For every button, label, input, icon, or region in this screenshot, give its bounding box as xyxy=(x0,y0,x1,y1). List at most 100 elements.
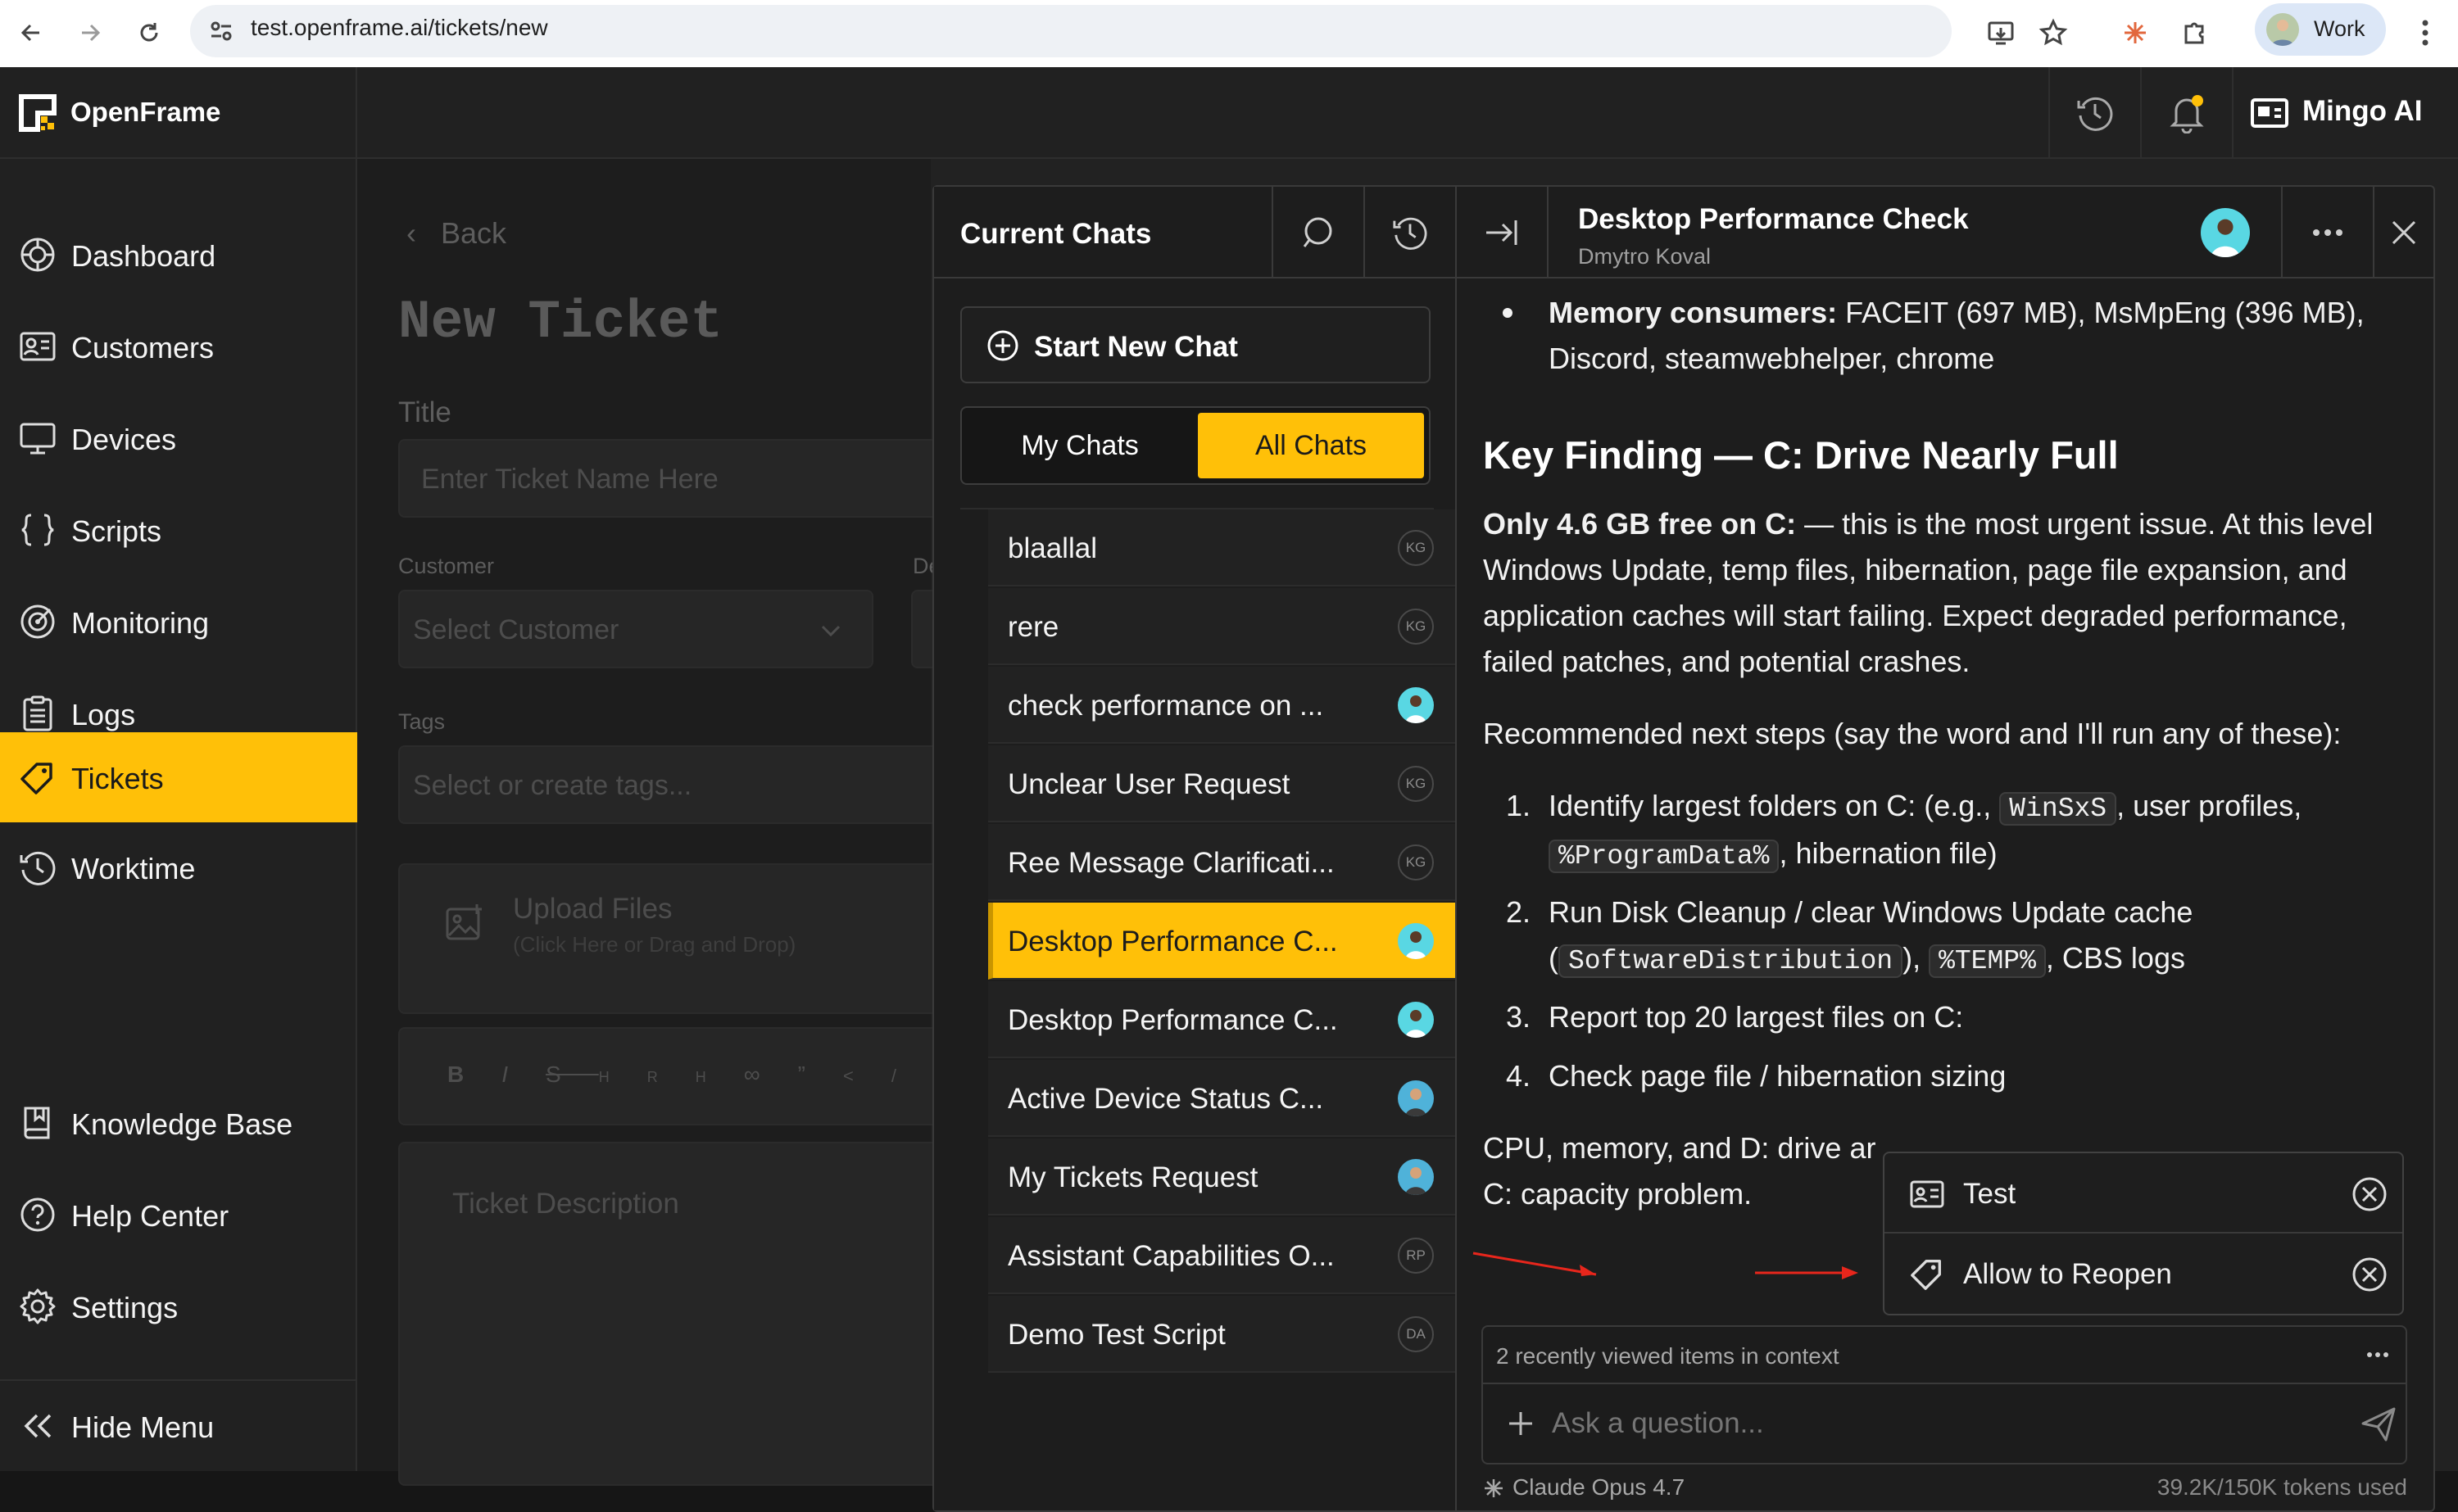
link-icon[interactable]: ∞ xyxy=(744,1062,798,1087)
hr-button[interactable]: HR xyxy=(599,1069,696,1085)
more-options-button[interactable] xyxy=(2281,187,2373,278)
sidebar-item-scripts[interactable]: Scripts xyxy=(0,485,357,575)
customers-icon xyxy=(18,327,57,366)
sidebar-item-label: Tickets xyxy=(71,762,164,795)
customer-label: Customer xyxy=(398,554,495,578)
list-item[interactable]: My Tickets Request xyxy=(988,1139,1455,1215)
sidebar-item-monitoring[interactable]: Monitoring xyxy=(0,577,357,667)
sidebar-item-label: Logs xyxy=(71,698,136,731)
context-item-test[interactable]: Test xyxy=(1884,1153,2402,1234)
chat-list-title: Current Chats xyxy=(960,218,1152,250)
chat-list-column: Current Chats Start New Chat My Chats Al… xyxy=(934,187,1457,1510)
user-menu[interactable]: Mingo AI xyxy=(2232,67,2458,159)
chat-history-button[interactable] xyxy=(1363,187,1455,278)
context-bar[interactable]: 2 recently viewed items in context xyxy=(1483,1327,2406,1384)
list-item[interactable]: Desktop Performance C... xyxy=(988,981,1455,1058)
extension-spark-icon[interactable] xyxy=(2116,13,2155,52)
back-link[interactable]: ‹ Back xyxy=(406,216,506,251)
send-icon xyxy=(2361,1407,2396,1442)
forward-arrow-icon[interactable] xyxy=(70,13,110,52)
collapse-panel-button[interactable] xyxy=(1457,187,1549,278)
paragraph-3-line-1: CPU, memory, and D: drive ar xyxy=(1483,1131,1876,1165)
ask-question-input[interactable] xyxy=(1552,1399,2289,1448)
close-panel-button[interactable] xyxy=(2373,187,2433,278)
strike-button[interactable]: S xyxy=(546,1062,599,1087)
top-bar: Mingo AI xyxy=(357,67,2458,159)
context-text: 2 recently viewed items in context xyxy=(1496,1343,1839,1369)
quote-icon[interactable]: ” xyxy=(798,1062,843,1087)
history-icon xyxy=(1393,217,1427,250)
plus-icon xyxy=(1509,1412,1532,1435)
paragraph-1-line-3: application caches will start failing. E… xyxy=(1483,599,2347,632)
start-new-chat-label: Start New Chat xyxy=(1034,331,1238,363)
list-item[interactable]: Demo Test Script DA xyxy=(988,1296,1455,1373)
search-chats-button[interactable] xyxy=(1272,187,1363,278)
extensions-puzzle-icon[interactable] xyxy=(2175,13,2214,52)
format-buttons[interactable]: BISHRH∞”</> xyxy=(447,1062,982,1088)
context-item-label: Test xyxy=(1963,1178,2016,1210)
remove-circle-icon[interactable] xyxy=(2351,1256,2388,1292)
customer-select[interactable]: Select Customer xyxy=(398,590,873,668)
site-settings-icon[interactable] xyxy=(206,16,236,46)
context-item-allow-to-reopen[interactable]: Allow to Reopen xyxy=(1884,1234,2402,1314)
bookmark-star-icon[interactable] xyxy=(2034,13,2073,52)
avatar: KG xyxy=(1398,766,1434,802)
avatar xyxy=(1398,1002,1434,1038)
sidebar-item-settings[interactable]: Settings xyxy=(0,1261,357,1351)
remove-circle-icon[interactable] xyxy=(2351,1176,2388,1212)
title-label: Title xyxy=(398,396,451,428)
message-heading: Key Finding — C: Drive Nearly Full xyxy=(1483,433,2119,477)
id-card-icon xyxy=(1910,1180,1944,1208)
sidebar-item-knowledge-base[interactable]: Knowledge Base xyxy=(0,1078,357,1168)
title-input[interactable]: Enter Ticket Name Here xyxy=(398,439,972,518)
book-icon xyxy=(18,1103,57,1143)
sidebar-item-devices[interactable]: Devices xyxy=(0,393,357,483)
step-number: 2. xyxy=(1506,895,1531,929)
new-ticket-page: ‹ Back New Ticket Title Enter Ticket Name… xyxy=(357,159,972,1486)
avatar xyxy=(1398,1159,1434,1195)
sidebar-item-tickets[interactable]: Tickets xyxy=(0,732,357,822)
clock-icon xyxy=(18,848,57,887)
token-usage: 39.2K/150K tokens used xyxy=(2156,1474,2407,1500)
sidebar-item-customers[interactable]: Customers xyxy=(0,301,357,392)
tags-input[interactable]: Select or create tags... xyxy=(398,745,972,824)
sidebar-item-help-center[interactable]: Help Center xyxy=(0,1170,357,1260)
italic-button[interactable]: I xyxy=(501,1062,546,1087)
list-item[interactable]: Ree Message Clarificati... KG xyxy=(988,824,1455,901)
list-item[interactable]: Assistant Capabilities O... RP xyxy=(988,1217,1455,1294)
list-item-active[interactable]: Desktop Performance C... xyxy=(988,903,1455,980)
close-icon xyxy=(2392,220,2416,245)
description-editor[interactable]: Ticket Description xyxy=(398,1142,972,1486)
sidebar-item-dashboard[interactable]: Dashboard xyxy=(0,210,357,300)
step-1-line-2: %ProgramData%, hibernation file) xyxy=(1549,831,1998,880)
reload-icon[interactable] xyxy=(129,13,169,52)
tab-my-chats[interactable]: My Chats xyxy=(967,413,1193,478)
heading-button[interactable]: H xyxy=(696,1069,744,1085)
list-item[interactable]: check performance on ... xyxy=(988,667,1455,744)
conversation-header: Desktop Performance Check Dmytro Koval xyxy=(1457,187,2433,278)
paragraph-1-line-1: Only 4.6 GB free on C: — this is the mos… xyxy=(1483,507,2374,541)
avatar xyxy=(1398,687,1434,723)
browser-menu-icon[interactable] xyxy=(2406,13,2445,52)
tab-all-chats[interactable]: All Chats xyxy=(1198,413,1424,478)
hide-menu-button[interactable]: Hide Menu xyxy=(0,1381,357,1471)
conversation-title: Desktop Performance Check xyxy=(1578,203,1969,235)
list-item[interactable]: blaallal KG xyxy=(988,509,1455,586)
upload-area[interactable]: Upload Files (Click Here or Drag and Dro… xyxy=(398,863,972,1014)
list-item[interactable]: Active Device Status C... xyxy=(988,1060,1455,1137)
list-item[interactable]: Unclear User Request KG xyxy=(988,745,1455,822)
start-new-chat-button[interactable]: Start New Chat xyxy=(960,306,1431,383)
list-item[interactable]: rere KG xyxy=(988,588,1455,665)
sidebar-item-worktime[interactable]: Worktime xyxy=(0,822,357,912)
chat-composer: 2 recently viewed items in context xyxy=(1481,1325,2407,1464)
history-button[interactable] xyxy=(2048,67,2140,159)
dashboard-icon xyxy=(18,235,57,274)
paragraph-2: Recommended next steps (say the word and… xyxy=(1483,717,2342,750)
bold-button[interactable]: B xyxy=(447,1062,501,1087)
install-app-icon[interactable] xyxy=(1981,13,2020,52)
profile-chip[interactable]: Work xyxy=(2255,3,2386,56)
monitor-icon xyxy=(18,419,57,458)
context-items-popup: Test Allow to Reopen xyxy=(1883,1152,2404,1315)
notifications-button[interactable] xyxy=(2140,67,2232,159)
back-arrow-icon[interactable] xyxy=(11,13,51,52)
